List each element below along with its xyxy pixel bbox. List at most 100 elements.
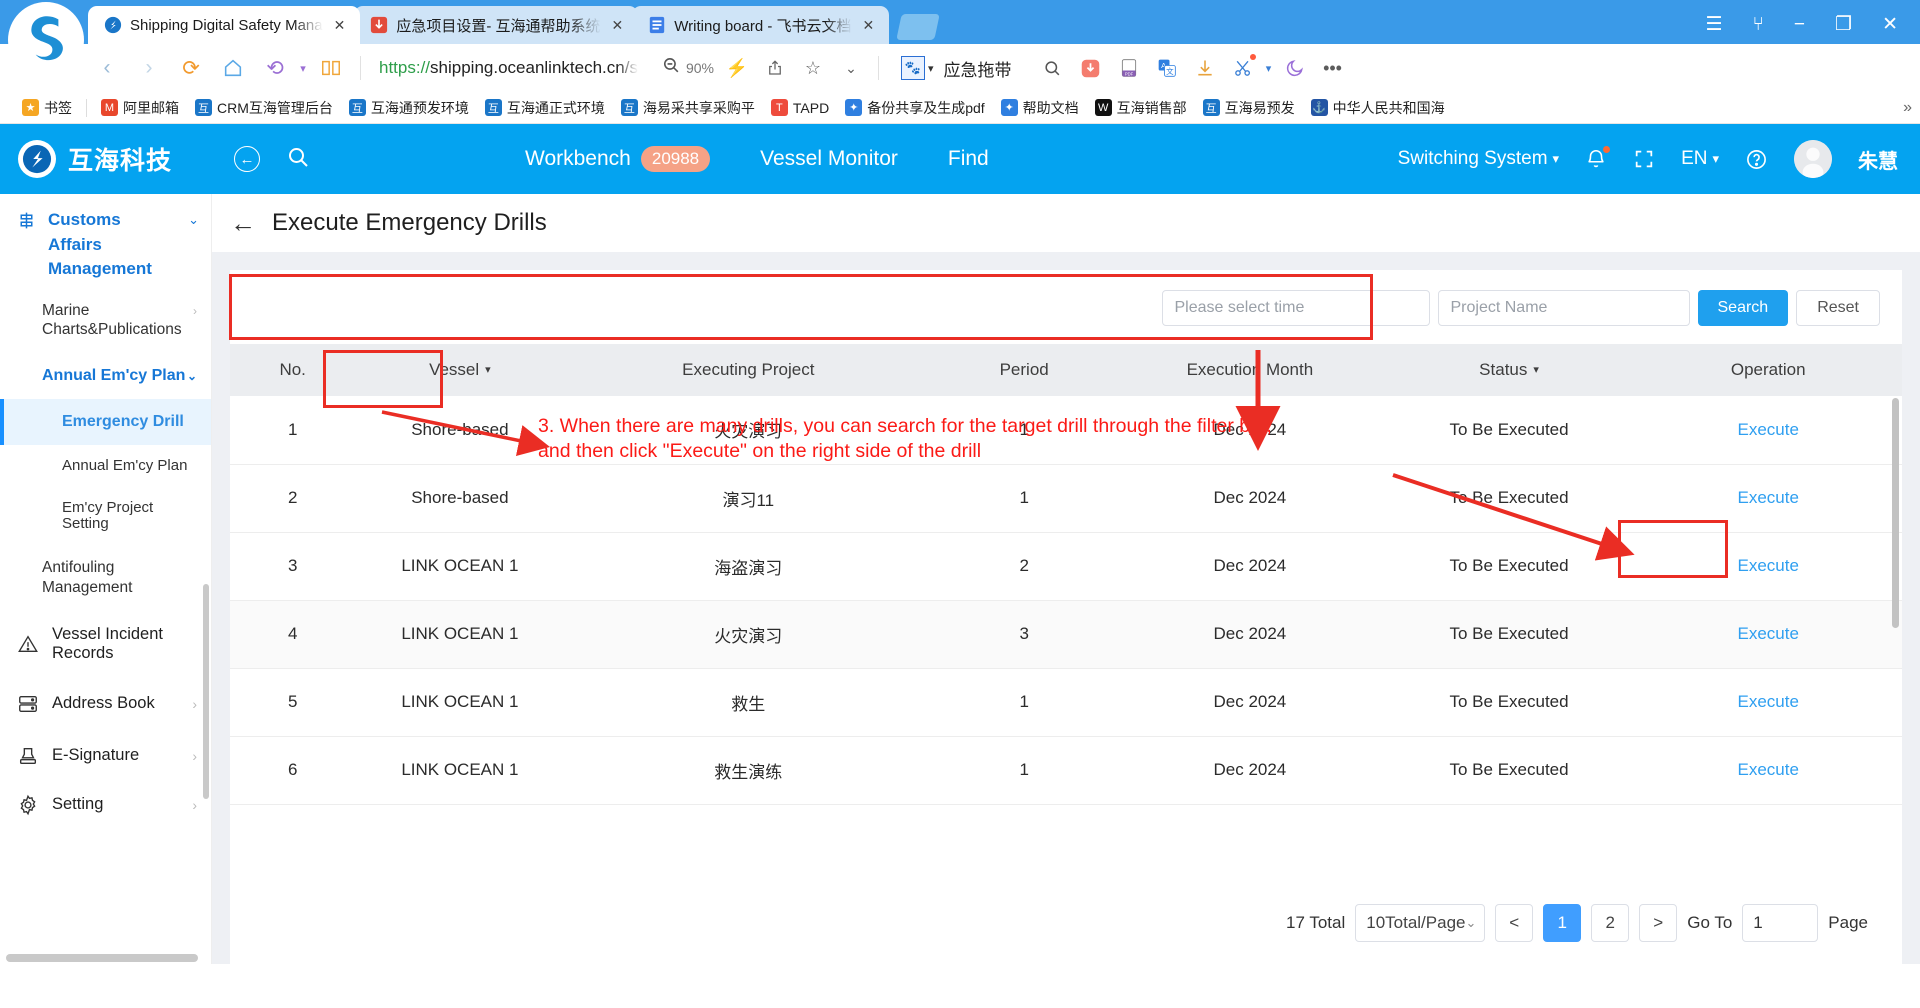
bookmark-item[interactable]: T TAPD <box>763 99 837 116</box>
sidebar-item-antifouling-management[interactable]: Antifouling Management <box>0 545 211 610</box>
bookmark-item[interactable]: 互互海易预发 <box>1195 98 1303 118</box>
restore-icon[interactable]: ❐ <box>1835 15 1852 34</box>
avatar[interactable] <box>1794 140 1832 178</box>
browser-tab-2[interactable]: 应急项目设置- 互海通帮助系统 ✕ <box>354 6 639 44</box>
execute-link[interactable]: Execute <box>1738 488 1799 507</box>
search-button[interactable]: Search <box>1697 290 1789 326</box>
sort-caret-icon[interactable]: ▾ <box>1533 364 1539 376</box>
table-cell-action[interactable]: Execute <box>1634 668 1902 737</box>
bookmark-item[interactable]: ✦ 备份共享及生成pdf <box>837 98 992 118</box>
page-button-1[interactable]: 1 <box>1543 904 1582 942</box>
sidebar-group-customs-affairs[interactable]: Customs Affairs Management ⌄ <box>0 194 211 288</box>
table-cell-action[interactable]: Execute <box>1634 532 1902 601</box>
bookmark-item[interactable]: ★ 书签 <box>14 98 80 118</box>
chevron-down-icon[interactable]: ⌄ <box>188 208 199 228</box>
sidebar-item-marine-charts[interactable]: Marine Charts&Publications › <box>0 288 211 353</box>
zoom-control[interactable]: 90% <box>662 56 714 80</box>
sidebar-item-vessel-incident-records[interactable]: Vessel Incident Records <box>0 610 211 678</box>
bookmark-item[interactable]: 互 CRM互海管理后台 <box>187 98 341 118</box>
sidebar-item-setting[interactable]: Setting › <box>0 782 211 831</box>
lightning-icon[interactable]: ⚡ <box>718 50 756 86</box>
switching-system-dropdown[interactable]: Switching System ▾ <box>1398 148 1559 170</box>
pdf-tool-icon[interactable] <box>1072 50 1110 86</box>
prev-page-button[interactable]: < <box>1495 904 1534 942</box>
collapse-sidebar-icon[interactable]: ← <box>234 146 261 172</box>
next-page-button[interactable]: > <box>1639 904 1678 942</box>
language-selector[interactable]: EN ▾ <box>1681 148 1719 170</box>
chevron-down-icon[interactable]: ▾ <box>928 62 934 75</box>
chevron-down-icon[interactable]: ▾ <box>296 49 310 87</box>
download-icon[interactable] <box>1186 50 1224 86</box>
new-tab-button[interactable] <box>896 14 941 40</box>
bookmark-star-icon[interactable]: ☆ <box>794 50 832 86</box>
project-name-input[interactable]: Project Name <box>1437 290 1690 326</box>
sidebar-item-e-signature[interactable]: E-Signature › <box>0 730 211 782</box>
browser-tab-3[interactable]: Writing board - 飞书云文档 ✕ <box>632 6 890 44</box>
execute-link[interactable]: Execute <box>1738 556 1799 575</box>
table-column-header[interactable]: Status ▾ <box>1383 344 1635 396</box>
page-button-2[interactable]: 2 <box>1591 904 1630 942</box>
sidebar-item-emcy-project-setting[interactable]: Em'cy Project Setting <box>0 487 211 545</box>
address-bar[interactable]: https://shipping.oceanlinktech.cn/s 90% <box>369 56 714 80</box>
bookmark-item[interactable]: ⚓ 中华人民共和国海 <box>1303 98 1453 118</box>
nav-find[interactable]: Find <box>948 147 989 171</box>
chevron-right-icon[interactable]: › <box>192 748 197 764</box>
shirt-icon[interactable]: ⑂ <box>1753 15 1764 34</box>
forward-icon[interactable]: › <box>128 49 170 87</box>
minimize-icon[interactable]: − <box>1794 15 1805 34</box>
chevron-right-icon[interactable]: › <box>193 301 197 319</box>
bookmark-item[interactable]: 互互海通正式环境 <box>477 98 613 118</box>
table-cell-action[interactable]: Execute <box>1634 600 1902 669</box>
table-cell-action[interactable]: Execute <box>1634 396 1902 465</box>
sort-caret-icon[interactable]: ▾ <box>485 364 491 376</box>
back-icon[interactable]: ‹ <box>86 49 128 87</box>
browser-tab-2-close-icon[interactable]: ✕ <box>609 16 627 34</box>
reset-button[interactable]: Reset <box>1796 290 1880 326</box>
bookmark-item[interactable]: M 阿里邮箱 <box>93 98 187 118</box>
scissors-icon[interactable] <box>1224 50 1262 86</box>
execute-link[interactable]: Execute <box>1738 692 1799 711</box>
chevron-right-icon[interactable]: › <box>192 696 197 712</box>
help-icon[interactable] <box>1745 148 1768 171</box>
goto-page-input[interactable]: 1 <box>1742 904 1819 942</box>
more-options-icon[interactable]: ••• <box>1314 50 1352 86</box>
bookmark-item[interactable]: 互互海通预发环境 <box>341 98 477 118</box>
execute-link[interactable]: Execute <box>1738 624 1799 643</box>
chevron-down-icon[interactable]: ⌄ <box>832 50 870 86</box>
page-size-select[interactable]: 10Total/Page ⌄ <box>1355 904 1486 942</box>
fullscreen-icon[interactable] <box>1633 148 1655 170</box>
chevron-down-icon[interactable]: ⌄ <box>187 366 197 384</box>
table-column-header[interactable]: Vessel ▾ <box>355 344 565 396</box>
execute-link[interactable]: Execute <box>1738 760 1799 779</box>
reader-mode-icon[interactable] <box>310 49 352 87</box>
bookmark-item[interactable]: W 互海销售部 <box>1087 98 1195 118</box>
home-icon[interactable] <box>212 49 254 87</box>
sidebar-item-annual-emcy-plan[interactable]: Annual Em'cy Plan <box>0 445 211 487</box>
browser-tab-1-close-icon[interactable]: ✕ <box>331 16 349 34</box>
bookmarks-overflow-icon[interactable]: » <box>1897 99 1912 117</box>
sidebar-vertical-scrollbar[interactable] <box>203 584 209 799</box>
reload-icon[interactable]: ⟳ <box>170 49 212 87</box>
sidebar-horizontal-scrollbar[interactable] <box>6 954 198 962</box>
execute-link[interactable]: Execute <box>1738 420 1799 439</box>
table-cell-action[interactable]: Execute <box>1634 736 1902 805</box>
search-engine-selector[interactable]: 🐾 ▾ <box>900 56 934 80</box>
translate-icon[interactable]: A文 <box>1148 50 1186 86</box>
zoom-out-icon[interactable] <box>662 56 681 80</box>
nav-vessel-monitor[interactable]: Vessel Monitor <box>760 147 898 171</box>
search-icon[interactable] <box>1034 50 1072 86</box>
moon-icon[interactable] <box>1276 50 1314 86</box>
back-icon[interactable]: ← <box>230 208 256 239</box>
document-reader-icon[interactable]: PDF <box>1110 50 1148 86</box>
browser-tab-3-close-icon[interactable]: ✕ <box>860 16 878 34</box>
search-icon[interactable] <box>286 145 310 174</box>
history-icon[interactable]: ⟲ <box>254 49 296 87</box>
close-icon[interactable]: ✕ <box>1882 15 1898 34</box>
sidebar-item-address-book[interactable]: Address Book › <box>0 678 211 730</box>
menu-icon[interactable]: ☰ <box>1705 15 1722 34</box>
bell-icon[interactable] <box>1585 146 1611 170</box>
bookmark-item[interactable]: 互海易采共享采购平 <box>613 98 763 118</box>
share-icon[interactable] <box>756 50 794 86</box>
sidebar-item-annual-emcy-plan-group[interactable]: Annual Em'cy Plan ⌄ <box>0 353 211 399</box>
chevron-down-icon[interactable]: ▾ <box>1262 50 1276 86</box>
